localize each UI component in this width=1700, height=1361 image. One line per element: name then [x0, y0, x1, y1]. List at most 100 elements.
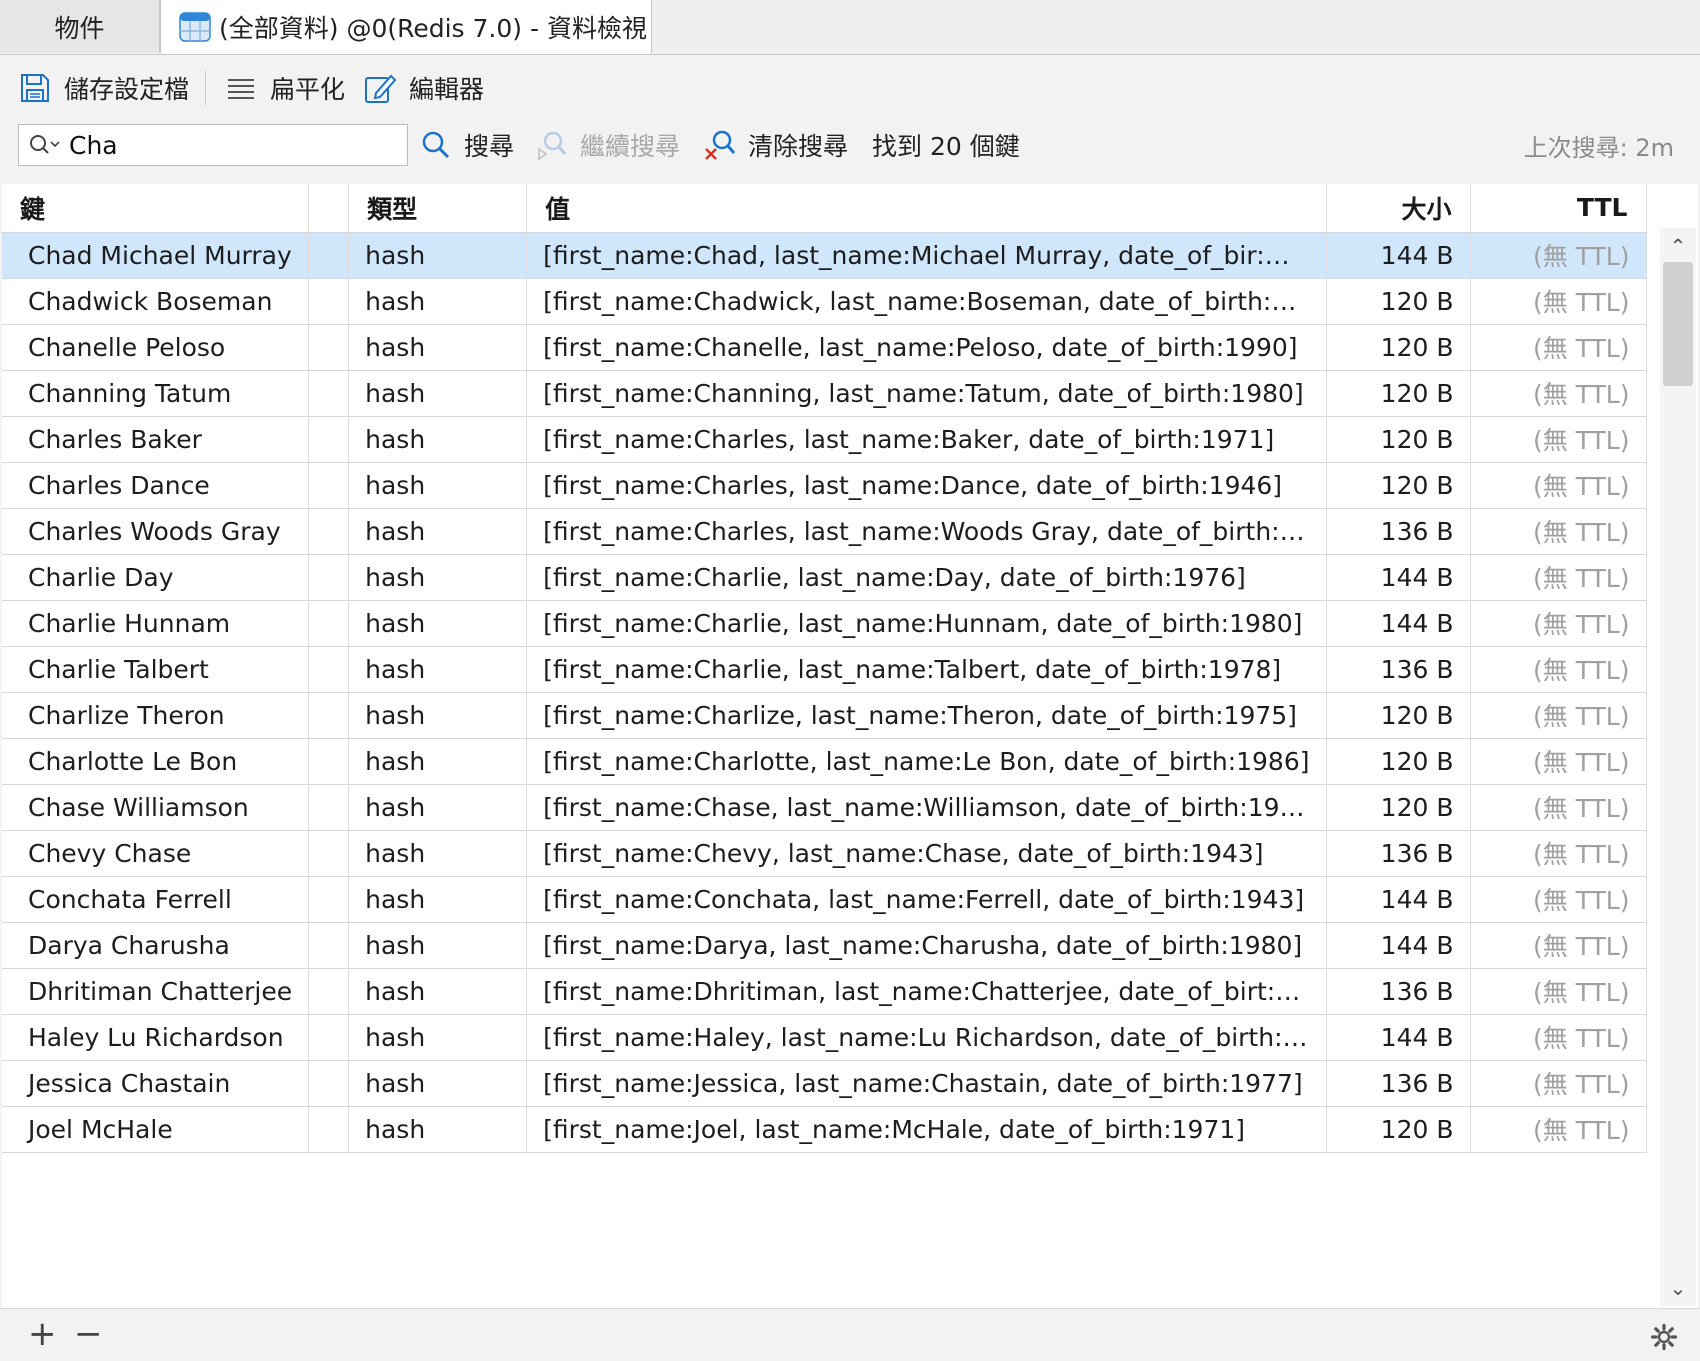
value-cell[interactable]: [first_name:Charlie, last_name:Talbert, …	[526, 646, 1327, 693]
key-cell[interactable]: Darya Charusha	[2, 922, 310, 969]
key-cell[interactable]: Charles Baker	[2, 416, 310, 463]
type-cell[interactable]: hash	[348, 416, 528, 463]
key-cell[interactable]: Joel McHale	[2, 1106, 310, 1153]
key-cell[interactable]: Channing Tatum	[2, 370, 310, 417]
key-cell[interactable]: Charles Dance	[2, 462, 310, 509]
size-cell[interactable]: 120 B	[1326, 370, 1471, 417]
key-cell[interactable]: Chadwick Boseman	[2, 278, 310, 325]
type-cell[interactable]: hash	[348, 508, 528, 555]
ttl-cell[interactable]: (無 TTL)	[1470, 784, 1647, 831]
type-cell[interactable]: hash	[348, 876, 528, 923]
blank-cell[interactable]	[308, 922, 350, 969]
table-row[interactable]: Charles Baker hash [first_name:Charles, la…	[2, 416, 1647, 463]
size-cell[interactable]: 144 B	[1326, 232, 1471, 279]
scroll-up-icon[interactable]: ⌃	[1668, 236, 1688, 256]
type-cell[interactable]: hash	[348, 968, 528, 1015]
blank-cell[interactable]	[308, 738, 350, 785]
type-cell[interactable]: hash	[348, 1060, 528, 1107]
size-cell[interactable]: 136 B	[1326, 830, 1471, 877]
key-cell[interactable]: Chad Michael Murray	[2, 232, 310, 279]
scrollbar-thumb[interactable]	[1663, 262, 1693, 386]
key-cell[interactable]: Charlie Talbert	[2, 646, 310, 693]
size-cell[interactable]: 144 B	[1326, 922, 1471, 969]
ttl-cell[interactable]: (無 TTL)	[1470, 876, 1647, 923]
size-cell[interactable]: 120 B	[1326, 416, 1471, 463]
key-cell[interactable]: Charlotte Le Bon	[2, 738, 310, 785]
value-cell[interactable]: [first_name:Conchata, last_name:Ferrell,…	[526, 876, 1327, 923]
column-header-value[interactable]: 值	[526, 184, 1327, 233]
type-cell[interactable]: hash	[348, 1014, 528, 1061]
value-cell[interactable]: [first_name:Charlotte, last_name:Le Bon,…	[526, 738, 1327, 785]
type-cell[interactable]: hash	[348, 1106, 528, 1153]
ttl-cell[interactable]: (無 TTL)	[1470, 646, 1647, 693]
type-cell[interactable]: hash	[348, 830, 528, 877]
ttl-cell[interactable]: (無 TTL)	[1470, 462, 1647, 509]
column-header-type[interactable]: 類型	[348, 184, 528, 233]
table-row[interactable]: Charles Dance hash [first_name:Charles, la…	[2, 462, 1647, 509]
value-cell[interactable]: [first_name:Charles, last_name:Woods Gra…	[526, 508, 1327, 555]
table-row[interactable]: Haley Lu Richardson hash [first_name:Haley…	[2, 1014, 1647, 1061]
ttl-cell[interactable]: (無 TTL)	[1470, 232, 1647, 279]
ttl-cell[interactable]: (無 TTL)	[1470, 600, 1647, 647]
ttl-cell[interactable]: (無 TTL)	[1470, 968, 1647, 1015]
editor-button[interactable]: 編輯器	[363, 70, 484, 106]
key-cell[interactable]: Charlize Theron	[2, 692, 310, 739]
key-cell[interactable]: Jessica Chastain	[2, 1060, 310, 1107]
blank-cell[interactable]	[308, 968, 350, 1015]
table-row[interactable]: Charles Woods Gray hash [first_name:Charle…	[2, 508, 1647, 555]
key-cell[interactable]: Haley Lu Richardson	[2, 1014, 310, 1061]
value-cell[interactable]: [first_name:Chanelle, last_name:Peloso, …	[526, 324, 1327, 371]
blank-cell[interactable]	[308, 646, 350, 693]
blank-cell[interactable]	[308, 462, 350, 509]
ttl-cell[interactable]: (無 TTL)	[1470, 1060, 1647, 1107]
search-field[interactable]	[18, 124, 408, 166]
ttl-cell[interactable]: (無 TTL)	[1470, 922, 1647, 969]
type-cell[interactable]: hash	[348, 232, 528, 279]
table-row[interactable]: Jessica Chastain hash [first_name:Jessica,…	[2, 1060, 1647, 1107]
type-cell[interactable]: hash	[348, 600, 528, 647]
value-cell[interactable]: [first_name:Joel, last_name:McHale, date…	[526, 1106, 1327, 1153]
blank-cell[interactable]	[308, 876, 350, 923]
key-cell[interactable]: Chase Williamson	[2, 784, 310, 831]
size-cell[interactable]: 120 B	[1326, 278, 1471, 325]
blank-cell[interactable]	[308, 600, 350, 647]
table-row[interactable]: Joel McHale hash [first_name:Joel, last_na…	[2, 1106, 1647, 1153]
blank-cell[interactable]	[308, 830, 350, 877]
value-cell[interactable]: [first_name:Charles, last_name:Dance, da…	[526, 462, 1327, 509]
search-options-icon[interactable]	[27, 132, 61, 158]
blank-cell[interactable]	[308, 1106, 350, 1153]
size-cell[interactable]: 144 B	[1326, 600, 1471, 647]
flatten-button[interactable]: 扁平化	[224, 70, 345, 106]
table-row[interactable]: Chad Michael Murray hash [first_name:Chad,…	[2, 232, 1647, 279]
continue-search-button[interactable]: 繼續搜尋	[536, 124, 680, 166]
type-cell[interactable]: hash	[348, 738, 528, 785]
size-cell[interactable]: 120 B	[1326, 738, 1471, 785]
value-cell[interactable]: [first_name:Charles, last_name:Baker, da…	[526, 416, 1327, 463]
blank-cell[interactable]	[308, 324, 350, 371]
key-cell[interactable]: Chanelle Peloso	[2, 324, 310, 371]
gear-icon[interactable]	[1650, 1323, 1678, 1351]
ttl-cell[interactable]: (無 TTL)	[1470, 1014, 1647, 1061]
ttl-cell[interactable]: (無 TTL)	[1470, 1106, 1647, 1153]
size-cell[interactable]: 120 B	[1326, 462, 1471, 509]
value-cell[interactable]: [first_name:Darya, last_name:Charusha, d…	[526, 922, 1327, 969]
table-row[interactable]: Charlize Theron hash [first_name:Charlize,…	[2, 692, 1647, 739]
value-cell[interactable]: [first_name:Channing, last_name:Tatum, d…	[526, 370, 1327, 417]
column-header-blank[interactable]	[308, 184, 350, 233]
value-cell[interactable]: [first_name:Chevy, last_name:Chase, date…	[526, 830, 1327, 877]
key-cell[interactable]: Conchata Ferrell	[2, 876, 310, 923]
table-row[interactable]: Charlie Talbert hash [first_name:Charlie, …	[2, 646, 1647, 693]
table-row[interactable]: Dhritiman Chatterjee hash [first_name:Dhri…	[2, 968, 1647, 1015]
clear-search-button[interactable]: 清除搜尋	[704, 124, 848, 166]
size-cell[interactable]: 136 B	[1326, 646, 1471, 693]
blank-cell[interactable]	[308, 416, 350, 463]
size-cell[interactable]: 136 B	[1326, 508, 1471, 555]
add-button[interactable]: +	[28, 1317, 57, 1351]
search-button[interactable]: 搜尋	[420, 124, 514, 166]
table-row[interactable]: Charlie Day hash [first_name:Charlie, last…	[2, 554, 1647, 601]
blank-cell[interactable]	[308, 692, 350, 739]
blank-cell[interactable]	[308, 232, 350, 279]
value-cell[interactable]: [first_name:Charlie, last_name:Hunnam, d…	[526, 600, 1327, 647]
size-cell[interactable]: 136 B	[1326, 1060, 1471, 1107]
remove-button[interactable]: −	[74, 1317, 103, 1351]
